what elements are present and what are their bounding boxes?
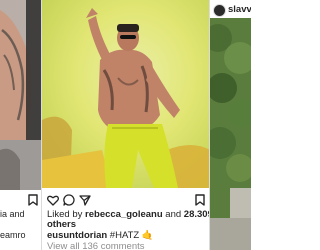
- left-post-card: ia and eamro: [0, 0, 43, 250]
- right-post-username[interactable]: slavv: [228, 4, 251, 15]
- right-post-avatar[interactable]: [213, 4, 226, 17]
- bookmark-icon[interactable]: [28, 194, 38, 206]
- bookmark-icon[interactable]: [195, 194, 205, 206]
- right-post-card: slavv: [209, 0, 251, 250]
- center-post-card: Liked by rebecca_goleanu and 28.309 othe…: [41, 0, 211, 250]
- likes-others[interactable]: others: [47, 219, 76, 230]
- heart-icon[interactable]: [47, 195, 59, 206]
- comment-icon[interactable]: [63, 194, 75, 206]
- caption-username[interactable]: eusuntdorian: [47, 230, 107, 241]
- view-comments-link[interactable]: View all 136 comments: [47, 241, 145, 250]
- right-post-image: [210, 18, 251, 250]
- left-post-tagged-user[interactable]: eamro: [0, 230, 26, 241]
- likes-count: 28.309: [183, 209, 211, 220]
- left-post-image: [0, 0, 42, 190]
- caption-text: #HATZ 🤙: [107, 230, 154, 241]
- left-post-caption-tail: ia and: [0, 209, 25, 219]
- center-post-photo[interactable]: [42, 0, 210, 188]
- caption-line: eusuntdorian #HATZ 🤙: [47, 230, 154, 241]
- liked-by-user[interactable]: rebecca_goleanu: [85, 209, 163, 220]
- center-post-image: [42, 0, 210, 188]
- right-post-photo[interactable]: [210, 18, 251, 250]
- left-post-photo[interactable]: [0, 0, 42, 190]
- likes-middle: and: [162, 209, 184, 220]
- share-icon[interactable]: [79, 194, 91, 206]
